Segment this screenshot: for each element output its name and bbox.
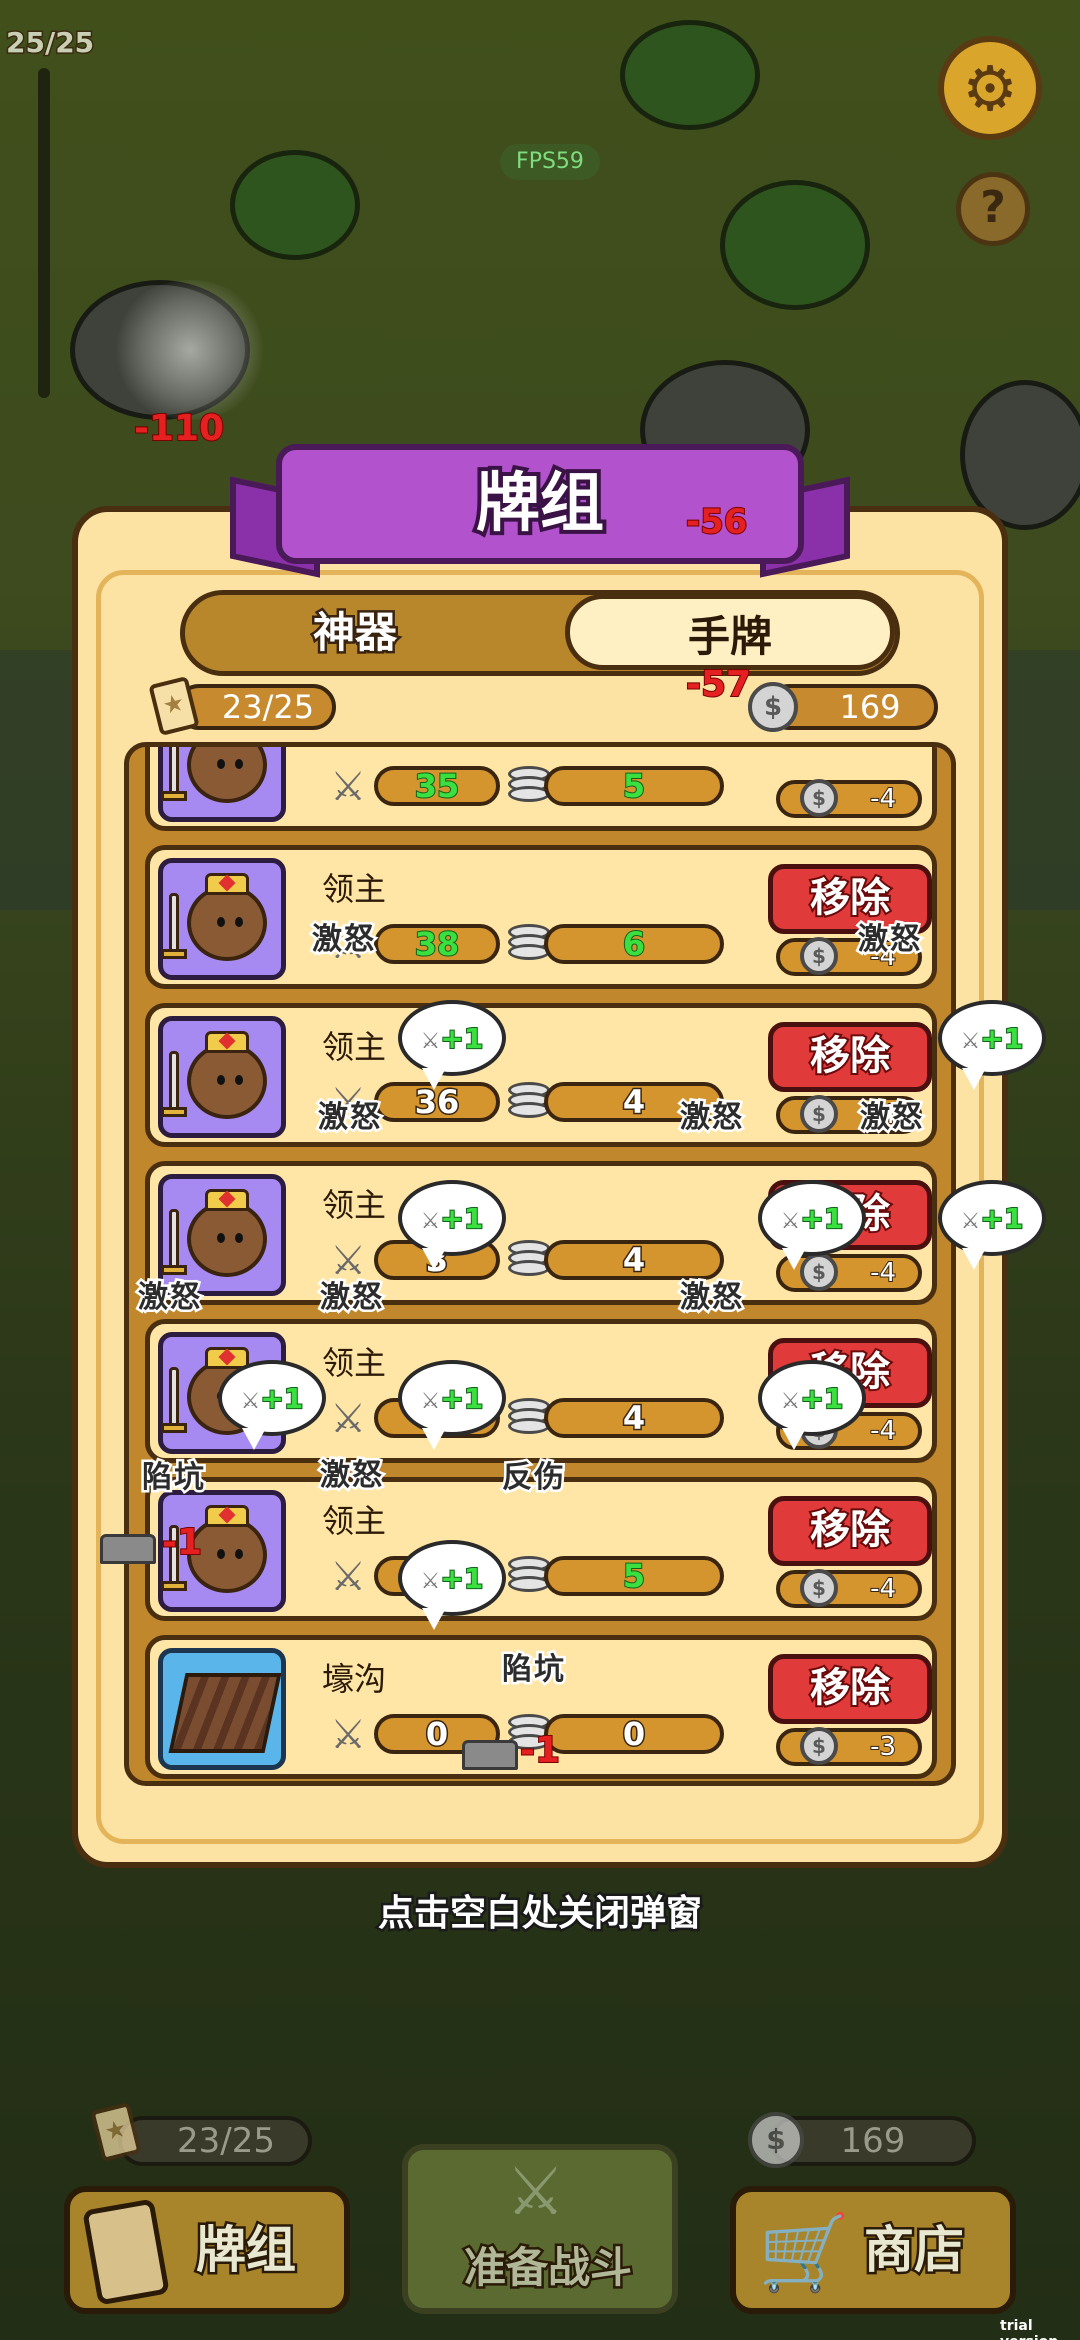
shop-button-label: 商店 bbox=[862, 2219, 967, 2282]
coin-icon: $ bbox=[748, 682, 798, 732]
tab-bar: 神器 手牌 bbox=[180, 590, 900, 676]
rage-effect-label: 激怒 bbox=[856, 920, 923, 960]
coin-icon: $ bbox=[800, 779, 838, 817]
trap-effect-label: 陷坑 bbox=[500, 1650, 567, 1690]
remove-button[interactable]: 移除 bbox=[768, 1022, 932, 1092]
battle-button-label: 准备战斗 bbox=[461, 2241, 634, 2295]
attack-buff-bubble: ⚔+1 bbox=[398, 1540, 506, 1630]
anvil-icon bbox=[462, 1740, 518, 1770]
rage-effect-label: 激怒 bbox=[318, 1456, 385, 1496]
cards-icon bbox=[82, 2198, 170, 2306]
anvil-icon bbox=[100, 1534, 156, 1564]
refund-value: -4 bbox=[869, 1415, 897, 1447]
attack-buff-bubble: ⚔+1 bbox=[398, 1000, 506, 1090]
attack-buff-bubble: ⚔+1 bbox=[758, 1360, 866, 1450]
tab-artifacts[interactable]: 神器 bbox=[185, 595, 525, 671]
card-name: 领主 bbox=[322, 1186, 387, 1224]
remove-button[interactable]: 移除 bbox=[768, 1654, 932, 1724]
cost-value: 5 bbox=[544, 766, 724, 806]
refund-value: -4 bbox=[869, 783, 897, 815]
refund-value: -3 bbox=[869, 1731, 897, 1763]
reflect-effect-label: 反伤 bbox=[500, 1458, 567, 1498]
attack-buff-bubble: ⚔+1 bbox=[218, 1360, 326, 1450]
attack-buff-bubble: ⚔+1 bbox=[938, 1180, 1046, 1270]
coin-icon: $ bbox=[800, 937, 838, 975]
list-item[interactable]: 领主 ⚔ 38 6 移除 $ -4 bbox=[145, 845, 937, 989]
cost-value: 5 bbox=[544, 1556, 724, 1596]
lord-portrait bbox=[158, 1016, 286, 1138]
coin-icon: $ bbox=[800, 1727, 838, 1765]
card-name: 壕沟 bbox=[322, 1660, 387, 1698]
cost-value: 0 bbox=[544, 1714, 724, 1754]
refund-value: -4 bbox=[869, 1257, 897, 1289]
swords-icon: ⚔ bbox=[330, 1554, 366, 1600]
attack-buff-bubble: ⚔+1 bbox=[398, 1360, 506, 1450]
attack-buff-bubble: ⚔+1 bbox=[758, 1180, 866, 1270]
fps-counter: FPS59 bbox=[500, 144, 600, 180]
card-list[interactable]: ⚔ 35 5 $ -4 领主 ⚔ 38 6 移除 $ -4 领主 ⚔ 36 4 移除… bbox=[124, 742, 956, 1786]
attack-buff-bubble: ⚔+1 bbox=[398, 1180, 506, 1270]
shop-button[interactable]: 🛒 商店 bbox=[730, 2186, 1016, 2314]
damage-number: -1 bbox=[519, 1729, 561, 1772]
shopping-cart-icon: 🛒 bbox=[758, 2210, 851, 2296]
list-item[interactable]: 领主 ⚔ 5 移除 $ -4 bbox=[145, 1477, 937, 1621]
swords-icon: ⚔ bbox=[330, 764, 366, 810]
cost-value: 4 bbox=[544, 1398, 724, 1438]
attack-value: 38 bbox=[374, 924, 500, 964]
help-button[interactable]: ? bbox=[956, 172, 1030, 246]
card-name: 领主 bbox=[322, 870, 387, 908]
unit-count: 25/25 bbox=[4, 25, 95, 61]
rage-effect-label: 激怒 bbox=[316, 1098, 383, 1138]
rage-effect-label: 激怒 bbox=[858, 1098, 925, 1138]
list-item[interactable]: ⚔ 35 5 $ -4 bbox=[145, 747, 937, 831]
damage-number: -56 bbox=[685, 501, 748, 543]
list-item[interactable]: 领主 ⚔ 36 4 移除 $ -4 bbox=[145, 1003, 937, 1147]
card-name: 领主 bbox=[322, 1502, 387, 1540]
damage-number: -1 bbox=[161, 1521, 203, 1564]
watermark: trial version bbox=[1000, 2318, 1058, 2340]
rage-effect-label: 激怒 bbox=[310, 920, 377, 960]
coin-icon: $ bbox=[800, 1095, 838, 1133]
refund-pill: $ -4 bbox=[776, 1569, 922, 1608]
coin-icon: $ bbox=[748, 2112, 804, 2168]
card-name: 领主 bbox=[322, 1028, 387, 1066]
attack-buff-bubble: ⚔+1 bbox=[938, 1000, 1046, 1090]
prepare-battle-button[interactable]: ⚔ 准备战斗 bbox=[402, 2144, 678, 2314]
attack-value: 35 bbox=[374, 766, 500, 806]
wave-progress-bar bbox=[38, 68, 50, 398]
card-count-pill: 23/25 bbox=[176, 684, 336, 730]
close-hint: 点击空白处关闭弹窗 bbox=[375, 1891, 704, 1937]
refund-value: -4 bbox=[869, 1573, 897, 1605]
refund-pill: $ -4 bbox=[776, 779, 922, 818]
trench-portrait bbox=[158, 1648, 286, 1770]
gear-icon[interactable]: ⚙ bbox=[938, 36, 1042, 140]
lord-portrait bbox=[158, 858, 286, 980]
refund-pill: $ -3 bbox=[776, 1727, 922, 1766]
remove-button[interactable]: 移除 bbox=[768, 1496, 932, 1566]
deck-button[interactable]: 牌组 bbox=[64, 2186, 350, 2314]
coin-icon: $ bbox=[800, 1569, 838, 1607]
bottom-card-count: 23/25 bbox=[118, 2116, 312, 2166]
damage-number: -57 bbox=[685, 663, 752, 706]
swords-icon: ⚔ bbox=[330, 1396, 366, 1442]
rage-effect-label: 激怒 bbox=[136, 1278, 203, 1318]
deck-button-label: 牌组 bbox=[194, 2219, 299, 2282]
rage-effect-label: 激怒 bbox=[678, 1098, 745, 1138]
trap-effect-label: 陷坑 bbox=[140, 1458, 207, 1498]
rage-effect-label: 激怒 bbox=[678, 1278, 745, 1318]
rage-effect-label: 激怒 bbox=[318, 1278, 385, 1318]
tab-hand-cards[interactable]: 手牌 bbox=[565, 594, 895, 670]
swords-icon: ⚔ bbox=[330, 1712, 366, 1758]
cost-value: 6 bbox=[544, 924, 724, 964]
lord-portrait bbox=[158, 747, 286, 822]
card-name: 领主 bbox=[322, 1344, 387, 1382]
damage-number: -110 bbox=[133, 407, 225, 450]
